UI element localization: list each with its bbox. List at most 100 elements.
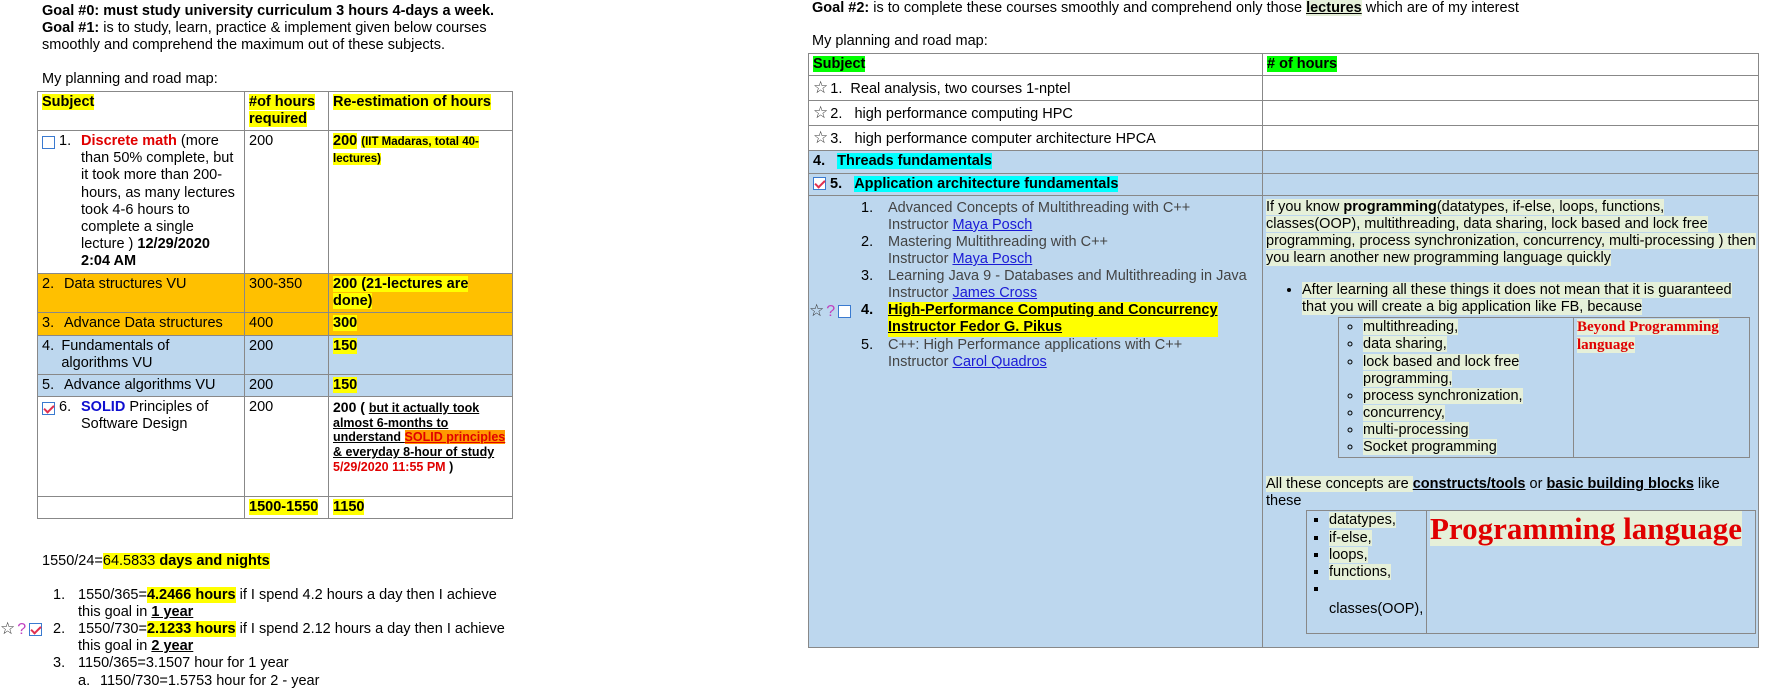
checkbox-checked-icon[interactable] <box>813 176 826 190</box>
row-number: 5. <box>830 175 843 192</box>
list-item: datatypes, <box>1329 512 1424 529</box>
goal2-text-b: which are of my interest <box>1361 0 1519 16</box>
row-number: 2. <box>830 106 843 123</box>
header-hours: #of hours required <box>249 94 316 128</box>
row-label: high performance computing HPC <box>854 106 1073 123</box>
course-num: 3. <box>861 268 874 285</box>
course-instr: Instructor <box>888 250 953 267</box>
hours-cell: 200 <box>244 395 329 497</box>
list-item: if-else, <box>1329 529 1424 547</box>
hours-cell: 200 <box>244 334 329 375</box>
list-d: 1 year <box>151 604 194 621</box>
construct-list: datatypes, if-else, loops, functions, <box>1309 512 1424 598</box>
left-table: Subject #of hours required Re-estimation… <box>37 90 513 519</box>
subject-name: Advance algorithms VU <box>64 376 216 393</box>
concept-list: multithreading, data sharing, lock based… <box>1341 319 1571 456</box>
goal1-text: is to study, learn, practice & implement… <box>42 20 487 54</box>
row-number: 1. <box>59 133 72 150</box>
right-table: Subject # of hours ☆ 1. Real analysis, tw… <box>808 52 1759 648</box>
table-row: ☆ 1. Real analysis, two courses 1-nptel <box>808 75 1759 102</box>
list-item: Socket programming <box>1363 439 1571 456</box>
checkbox-checked-icon[interactable] <box>29 623 43 637</box>
course-list: 1. Advanced Concepts of Multithreading wi… <box>809 198 1258 371</box>
item-markers: ☆? <box>809 301 855 322</box>
hours-cell: 200 <box>244 130 329 275</box>
list-a: 1150/365=3.1507 hour for 1 year <box>78 655 289 672</box>
re-date: 5/29/2020 11:55 PM <box>333 459 446 474</box>
concept-item: lock based and lock free programming, <box>1363 353 1520 387</box>
list-d: 2 year <box>151 638 194 655</box>
list-item: loops, <box>1329 546 1424 564</box>
construct-item: loops, <box>1329 546 1368 563</box>
star-icon[interactable]: ☆ <box>813 78 828 97</box>
re-cell: 300 <box>333 315 358 332</box>
star-icon[interactable]: ☆ <box>809 301 824 320</box>
row-number: 6. <box>59 398 72 415</box>
programming-language-text: Programming language <box>1430 511 1742 547</box>
star-icon[interactable]: ☆ <box>813 103 828 122</box>
row-label: high performance computer architecture H… <box>854 131 1156 148</box>
instructor-link[interactable]: Carol Quadros <box>952 354 1046 370</box>
course-title: Advanced Concepts of Multithreading with… <box>888 199 1191 216</box>
table-row-detail: 1. Advanced Concepts of Multithreading wi… <box>808 194 1759 648</box>
star-icon[interactable]: ☆ <box>813 128 828 147</box>
hours-cell: 400 <box>244 312 329 336</box>
instructor-link[interactable]: Maya Posch <box>952 251 1032 267</box>
question-icon[interactable]: ? <box>826 303 835 320</box>
calc-b: 64.5833 <box>102 553 156 569</box>
checkbox-checked-icon[interactable] <box>42 401 55 415</box>
row-number: 4. <box>42 337 55 354</box>
header-hours: # of hours <box>1267 56 1338 72</box>
total-hours: 1500-1550 <box>249 498 319 515</box>
table-row: 3. Advance Data structures 400 300 <box>37 312 513 336</box>
beyond-text: Beyond Programming language <box>1577 319 1719 353</box>
hours-cell: 200 <box>244 373 329 397</box>
row-number: 5. <box>42 376 55 393</box>
concept-item: multi-processing <box>1363 421 1469 438</box>
construct-last: classes(OOP), <box>1329 600 1424 617</box>
list-item: concurrency, <box>1363 404 1571 422</box>
checkbox-icon[interactable] <box>838 305 852 319</box>
concept-item: data sharing, <box>1363 336 1447 353</box>
para2: All these concepts are constructs/tools … <box>1266 476 1756 510</box>
table-row: ☆ 2. high performance computing HPC <box>808 100 1759 127</box>
table-row: 5. Advance algorithms VU 200 150 <box>37 373 513 397</box>
subject-name: Data structures VU <box>64 276 187 293</box>
re-d: ) <box>445 459 454 474</box>
list-item: process synchronization, <box>1363 387 1571 405</box>
inner-table-2: datatypes, if-else, loops, functions, cl… <box>1306 510 1756 635</box>
course-num: 1. <box>861 199 874 216</box>
list-item <box>1329 581 1424 598</box>
table-total-row: 1500-1550 1150 <box>37 495 513 519</box>
list-item: ☆? 2. 1550/730=2.1233 hours if I spend 2… <box>0 619 513 655</box>
header-subject: Subject <box>42 94 95 110</box>
list-a: 1550/730= <box>78 621 147 638</box>
list-b: 2.1233 hours <box>146 621 236 638</box>
subject-solid: SOLID <box>81 398 126 415</box>
re-cell: 150 <box>333 337 358 354</box>
question-icon[interactable]: ? <box>17 621 26 638</box>
table-row: 6. SOLID Principles of Software Design 2… <box>37 395 513 497</box>
left-page: Goal #0: must study university curriculu… <box>42 3 512 88</box>
star-icon[interactable]: ☆ <box>0 619 15 638</box>
goal2-label: Goal #2: <box>812 0 870 16</box>
roadmap-heading: My planning and road map: <box>42 71 218 88</box>
table-row: 5. Application architecture fundamentals <box>808 172 1759 196</box>
subject-name: Discrete math <box>81 133 177 150</box>
goal1-label: Goal #1: <box>42 20 100 37</box>
construct-item: if-else, <box>1329 529 1372 546</box>
re-solid: SOLID principles <box>404 430 506 445</box>
calc-list: 1. 1550/365=4.2466 hours if I spend 4.2 … <box>0 587 513 690</box>
construct-item: functions, <box>1329 563 1392 580</box>
course-instr: Instructor Fedor G. Pikus <box>888 319 1063 336</box>
goal0-label: Goal #0: <box>42 3 100 19</box>
re-cell: 200 (21-lectures are done) <box>333 276 469 310</box>
instructor-link[interactable]: James Cross <box>952 285 1037 301</box>
table-row: 1. Discrete math (more than 50% complete… <box>37 130 513 275</box>
list-subitem: a. 1150/730=1.5753 hour for 2 - year <box>53 673 513 690</box>
checkbox-icon[interactable] <box>42 136 55 150</box>
row-number: 4. <box>813 153 826 170</box>
concept-item: concurrency, <box>1363 404 1445 421</box>
instructor-link[interactable]: Maya Posch <box>952 217 1032 233</box>
list-a: 1550/365= <box>78 587 147 603</box>
